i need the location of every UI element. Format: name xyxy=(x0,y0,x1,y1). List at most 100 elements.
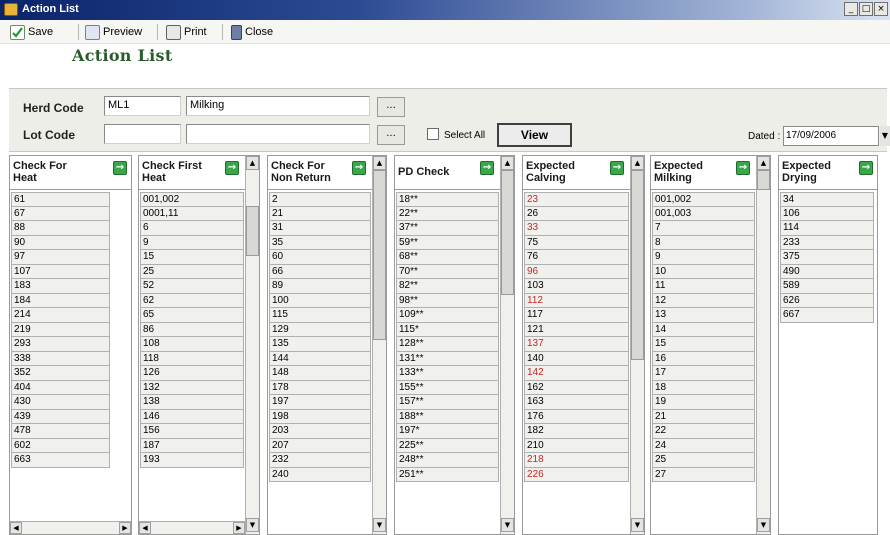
list-item[interactable]: 98** xyxy=(396,293,499,308)
list-item[interactable]: 103 xyxy=(524,279,629,294)
list-item[interactable]: 132 xyxy=(140,380,244,395)
minimize-button[interactable]: _ xyxy=(844,2,858,16)
list-item[interactable]: 129 xyxy=(269,322,371,337)
list-item[interactable]: 001,003 xyxy=(652,206,755,221)
list-item[interactable]: 12 xyxy=(652,293,755,308)
list-item[interactable]: 115* xyxy=(396,322,499,337)
list-item[interactable]: 14 xyxy=(652,322,755,337)
horizontal-scrollbar[interactable]: ◀ ▶ xyxy=(139,521,245,534)
close-button[interactable]: Close xyxy=(231,23,273,41)
list-item[interactable]: 248** xyxy=(396,453,499,468)
list-item[interactable]: 121 xyxy=(524,322,629,337)
list-item[interactable]: 114 xyxy=(780,221,874,236)
list-item[interactable]: 65 xyxy=(140,308,244,323)
list-item[interactable]: 52 xyxy=(140,279,244,294)
list-item[interactable]: 142 xyxy=(524,366,629,381)
list-item[interactable]: 626 xyxy=(780,293,874,308)
list-item[interactable]: 219 xyxy=(11,322,110,337)
list-item[interactable]: 176 xyxy=(524,409,629,424)
list-item[interactable]: 375 xyxy=(780,250,874,265)
list-item[interactable]: 0001,11 xyxy=(140,206,244,221)
list-item[interactable]: 198 xyxy=(269,409,371,424)
vertical-scrollbar[interactable]: ▲ ▼ xyxy=(630,156,644,534)
list-item[interactable]: 10 xyxy=(652,264,755,279)
list-item[interactable]: 25 xyxy=(140,264,244,279)
column-header[interactable]: Expected Milking → xyxy=(651,156,756,190)
list-item[interactable]: 108 xyxy=(140,337,244,352)
scroll-thumb[interactable] xyxy=(757,170,770,190)
list-item[interactable]: 232 xyxy=(269,453,371,468)
column-header[interactable]: Expected Drying → xyxy=(779,156,877,190)
list-item[interactable]: 131** xyxy=(396,351,499,366)
list-item[interactable]: 157** xyxy=(396,395,499,410)
list-item[interactable]: 210 xyxy=(524,438,629,453)
list-item[interactable]: 225** xyxy=(396,438,499,453)
list-item[interactable]: 82** xyxy=(396,279,499,294)
herd-code-input[interactable]: ML1 xyxy=(104,96,181,116)
list-item[interactable]: 76 xyxy=(524,250,629,265)
list-item[interactable]: 144 xyxy=(269,351,371,366)
list-item[interactable]: 115 xyxy=(269,308,371,323)
list-item[interactable]: 89 xyxy=(269,279,371,294)
scroll-right-icon[interactable]: ▶ xyxy=(233,522,245,534)
list-item[interactable]: 667 xyxy=(780,308,874,323)
list-item[interactable]: 187 xyxy=(140,438,244,453)
list-item[interactable]: 188** xyxy=(396,409,499,424)
list-item[interactable]: 162 xyxy=(524,380,629,395)
list-item[interactable]: 24 xyxy=(652,438,755,453)
list-item[interactable]: 178 xyxy=(269,380,371,395)
scroll-left-icon[interactable]: ◀ xyxy=(10,522,22,534)
list-item[interactable]: 67 xyxy=(11,206,110,221)
scroll-down-icon[interactable]: ▼ xyxy=(757,518,770,532)
list-item[interactable]: 001,002 xyxy=(652,192,755,207)
print-button[interactable]: Print xyxy=(166,23,207,41)
preview-button[interactable]: Preview xyxy=(85,23,142,41)
list-item[interactable]: 23 xyxy=(524,192,629,207)
list-item[interactable]: 61 xyxy=(11,192,110,207)
lot-name-input[interactable] xyxy=(186,124,370,144)
list-item[interactable]: 15 xyxy=(140,250,244,265)
lot-code-input[interactable] xyxy=(104,124,181,144)
list-item[interactable]: 163 xyxy=(524,395,629,410)
list-item[interactable]: 182 xyxy=(524,424,629,439)
list-item[interactable]: 35 xyxy=(269,235,371,250)
column-header[interactable]: PD Check → xyxy=(395,156,500,190)
list-item[interactable]: 117 xyxy=(524,308,629,323)
list-item[interactable]: 88 xyxy=(11,221,110,236)
close-window-button[interactable]: × xyxy=(874,2,888,16)
list-item[interactable]: 22 xyxy=(652,424,755,439)
list-item[interactable]: 126 xyxy=(140,366,244,381)
list-item[interactable]: 6 xyxy=(140,221,244,236)
save-button[interactable]: Save xyxy=(10,23,53,41)
list-item[interactable]: 18 xyxy=(652,380,755,395)
list-item[interactable]: 62 xyxy=(140,293,244,308)
list-item[interactable]: 11 xyxy=(652,279,755,294)
list-item[interactable]: 100 xyxy=(269,293,371,308)
list-item[interactable]: 7 xyxy=(652,221,755,236)
list-item[interactable]: 37** xyxy=(396,221,499,236)
list-item[interactable]: 15 xyxy=(652,337,755,352)
export-arrow-icon[interactable]: → xyxy=(610,161,624,175)
list-item[interactable]: 17 xyxy=(652,366,755,381)
list-item[interactable]: 25 xyxy=(652,453,755,468)
scroll-down-icon[interactable]: ▼ xyxy=(631,518,644,532)
scroll-down-icon[interactable]: ▼ xyxy=(246,518,259,532)
list-item[interactable]: 602 xyxy=(11,438,110,453)
herd-lookup-button[interactable]: ... xyxy=(377,97,405,117)
list-item[interactable]: 218 xyxy=(524,453,629,468)
list-item[interactable]: 430 xyxy=(11,395,110,410)
list-item[interactable]: 251** xyxy=(396,467,499,482)
list-item[interactable]: 338 xyxy=(11,351,110,366)
list-item[interactable]: 293 xyxy=(11,337,110,352)
lot-lookup-button[interactable]: ... xyxy=(377,125,405,145)
vertical-scrollbar[interactable]: ▲ ▼ xyxy=(245,156,259,534)
list-item[interactable]: 148 xyxy=(269,366,371,381)
list-item[interactable]: 146 xyxy=(140,409,244,424)
export-arrow-icon[interactable]: → xyxy=(859,161,873,175)
vertical-scrollbar[interactable]: ▲ ▼ xyxy=(756,156,770,534)
list-item[interactable]: 19 xyxy=(652,395,755,410)
herd-name-input[interactable]: Milking xyxy=(186,96,370,116)
list-item[interactable]: 34 xyxy=(780,192,874,207)
list-item[interactable]: 86 xyxy=(140,322,244,337)
list-item[interactable]: 33 xyxy=(524,221,629,236)
